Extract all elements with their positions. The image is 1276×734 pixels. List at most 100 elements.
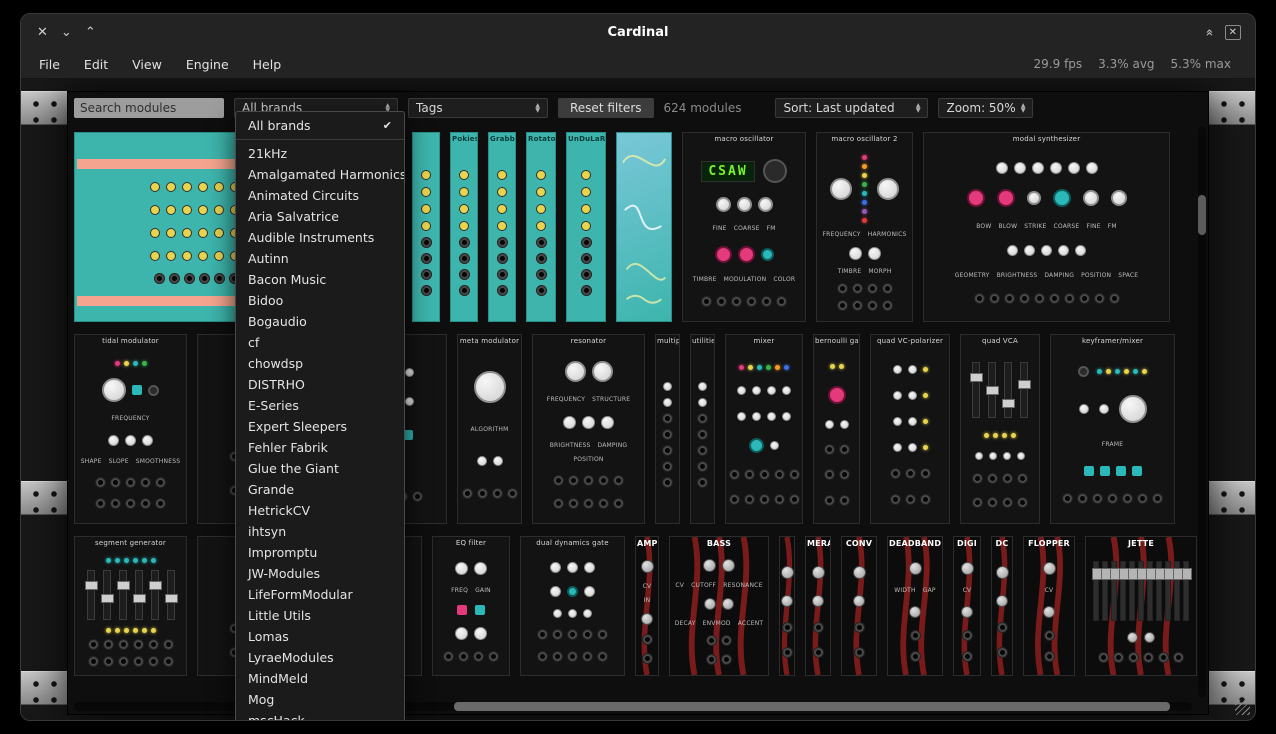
brand-menu-item[interactable]: Lomas bbox=[236, 626, 404, 647]
module-tile[interactable]: CONV bbox=[841, 536, 877, 676]
module-tile[interactable]: tidal modulatorFREQUENCYSHAPESLOPESMOOTH… bbox=[74, 334, 187, 524]
brand-menu-item[interactable]: LifeFormModular bbox=[236, 584, 404, 605]
brand-menu-item[interactable]: Little Utils bbox=[236, 605, 404, 626]
close-icon[interactable]: ✕ bbox=[37, 25, 48, 40]
brand-menu-item[interactable]: 21kHz bbox=[236, 143, 404, 164]
search-input[interactable] bbox=[74, 98, 224, 118]
brand-menu-item-all-brands[interactable]: All brands ✔ bbox=[236, 115, 404, 136]
module-tile[interactable]: BASSCVCUTOFFRESONANCEDECAYENVMODACCENT bbox=[669, 536, 769, 676]
pink-knob-icon bbox=[997, 189, 1015, 207]
chevron-up-icon[interactable]: ⌃ bbox=[85, 25, 96, 40]
brand-menu-item[interactable]: Fehler Fabrik bbox=[236, 437, 404, 458]
brand-menu-item[interactable]: HetrickCV bbox=[236, 500, 404, 521]
brand-menu-item[interactable]: chowdsp bbox=[236, 353, 404, 374]
horizontal-scrollbar-thumb[interactable] bbox=[454, 702, 1170, 711]
module-tile[interactable]: macro oscillatorCSAWFINECOARSEFMTIMBREMO… bbox=[682, 132, 806, 322]
module-tile[interactable]: segment generator bbox=[74, 536, 187, 676]
brand-menu-item[interactable]: Audible Instruments bbox=[236, 227, 404, 248]
brand-menu-item[interactable]: Bacon Music bbox=[236, 269, 404, 290]
white-knob-icon bbox=[989, 452, 997, 460]
resize-grip[interactable] bbox=[1235, 700, 1250, 715]
module-tile[interactable]: modal synthesizerBOWBLOWSTRIKECOARSEFINE… bbox=[923, 132, 1170, 322]
control-row bbox=[553, 609, 592, 618]
module-label: BRIGHTNESS bbox=[997, 272, 1038, 279]
module-tile[interactable]: EQ filterFREQGAIN bbox=[432, 536, 510, 676]
module-tile[interactable]: utilities bbox=[690, 334, 715, 524]
led-icon bbox=[839, 364, 844, 369]
module-tile[interactable] bbox=[616, 132, 672, 322]
zoom-select[interactable]: Zoom: 50% ▲▼ bbox=[938, 98, 1033, 118]
menu-edit[interactable]: Edit bbox=[72, 50, 120, 78]
white-knob-icon bbox=[893, 365, 902, 374]
brand-menu-item[interactable]: Expert Sleepers bbox=[236, 416, 404, 437]
menu-view[interactable]: View bbox=[120, 50, 174, 78]
brand-menu-item[interactable]: Impromptu bbox=[236, 542, 404, 563]
control-row bbox=[106, 628, 156, 633]
module-tile[interactable]: FLOPPERCV bbox=[1023, 536, 1075, 676]
module-tile[interactable]: bernoulli gate bbox=[813, 334, 860, 524]
brand-menu-item[interactable]: Amalgamated Harmonics bbox=[236, 164, 404, 185]
module-tile[interactable]: DC bbox=[991, 536, 1013, 676]
module-tile[interactable]: mixer bbox=[725, 334, 803, 524]
jack-icon bbox=[1114, 653, 1123, 662]
module-tile[interactable] bbox=[779, 536, 795, 676]
module-tile[interactable]: multiples bbox=[655, 334, 680, 524]
brand-menu-item[interactable]: Mog bbox=[236, 689, 404, 710]
module-tile[interactable] bbox=[412, 132, 440, 322]
module-tile[interactable]: Pokies bbox=[450, 132, 478, 322]
sort-select[interactable]: Sort: Last updated ▲▼ bbox=[775, 98, 928, 118]
brand-menu-item[interactable]: cf bbox=[236, 332, 404, 353]
yellow-knob-icon bbox=[166, 228, 176, 238]
brand-menu-item[interactable]: Animated Circuits bbox=[236, 185, 404, 206]
vertical-scrollbar[interactable] bbox=[1198, 126, 1206, 698]
brand-menu-item[interactable]: DISTRHO bbox=[236, 374, 404, 395]
brand-menu-item[interactable]: Glue the Giant bbox=[236, 458, 404, 479]
module-tile[interactable]: macro oscillator 2FREQUENCYHARMONICSTIMB… bbox=[816, 132, 913, 322]
vertical-scrollbar-thumb[interactable] bbox=[1198, 195, 1206, 235]
module-label: ENVMOD bbox=[703, 620, 731, 627]
module-tile[interactable]: Rotatoes bbox=[526, 132, 556, 322]
close-box-icon[interactable]: ✕ bbox=[1225, 25, 1241, 40]
brand-menu-item[interactable]: Autinn bbox=[236, 248, 404, 269]
brand-menu-item[interactable]: JW-Modules bbox=[236, 563, 404, 584]
module-tile[interactable]: meta modulatorALGORITHM bbox=[457, 334, 522, 524]
brand-menu-item[interactable]: LyraeModules bbox=[236, 647, 404, 668]
module-tile[interactable]: keyframer/mixerFRAME bbox=[1050, 334, 1175, 524]
module-tile[interactable]: DEADBANDWIDTHGAP bbox=[887, 536, 943, 676]
led-icon bbox=[784, 365, 789, 370]
led-icon bbox=[766, 365, 771, 370]
chevron-down-icon[interactable]: ⌄ bbox=[61, 25, 72, 40]
jack-icon bbox=[840, 445, 849, 454]
module-tile[interactable]: AMPCVIN bbox=[635, 536, 659, 676]
module-tile[interactable]: JETTE bbox=[1085, 536, 1197, 676]
module-tile[interactable]: resonatorFREQUENCYSTRUCTUREBRIGHTNESSDAM… bbox=[532, 334, 645, 524]
module-tile[interactable]: quad VC-polarizer bbox=[870, 334, 950, 524]
module-tile[interactable]: dual dynamics gate bbox=[520, 536, 625, 676]
control-row bbox=[963, 652, 972, 661]
menu-engine[interactable]: Engine bbox=[174, 50, 241, 78]
module-tile[interactable]: MERA bbox=[805, 536, 831, 676]
tags-filter-select[interactable]: Tags ▲▼ bbox=[408, 98, 548, 118]
module-tile[interactable]: UnDuLaR bbox=[566, 132, 606, 322]
brand-menu-item[interactable]: Bogaudio bbox=[236, 311, 404, 332]
brand-menu-item[interactable]: Bidoo bbox=[236, 290, 404, 311]
module-tile[interactable]: quad VCA bbox=[960, 334, 1040, 524]
jack-icon bbox=[170, 274, 179, 283]
white-knob-icon bbox=[1119, 395, 1147, 423]
led-icon bbox=[923, 419, 928, 424]
brand-menu-item[interactable]: Aria Salvatrice bbox=[236, 206, 404, 227]
control-row bbox=[703, 559, 735, 572]
brand-menu-item[interactable]: E-Series bbox=[236, 395, 404, 416]
module-tile[interactable]: Grabby bbox=[488, 132, 516, 322]
menu-file[interactable]: File bbox=[27, 50, 72, 78]
collapse-up-icon[interactable]: « bbox=[1201, 28, 1216, 36]
module-tile[interactable]: DIGICV bbox=[953, 536, 981, 676]
reset-filters-button[interactable]: Reset filters bbox=[558, 98, 654, 118]
brand-menu-item[interactable]: Grande bbox=[236, 479, 404, 500]
brand-menu-item[interactable]: mscHack bbox=[236, 710, 404, 721]
brand-menu-item[interactable]: MindMeld bbox=[236, 668, 404, 689]
menu-help[interactable]: Help bbox=[241, 50, 294, 78]
brand-menu-item[interactable]: ihtsyn bbox=[236, 521, 404, 542]
jack-icon bbox=[745, 470, 754, 479]
jack-icon bbox=[707, 655, 716, 664]
